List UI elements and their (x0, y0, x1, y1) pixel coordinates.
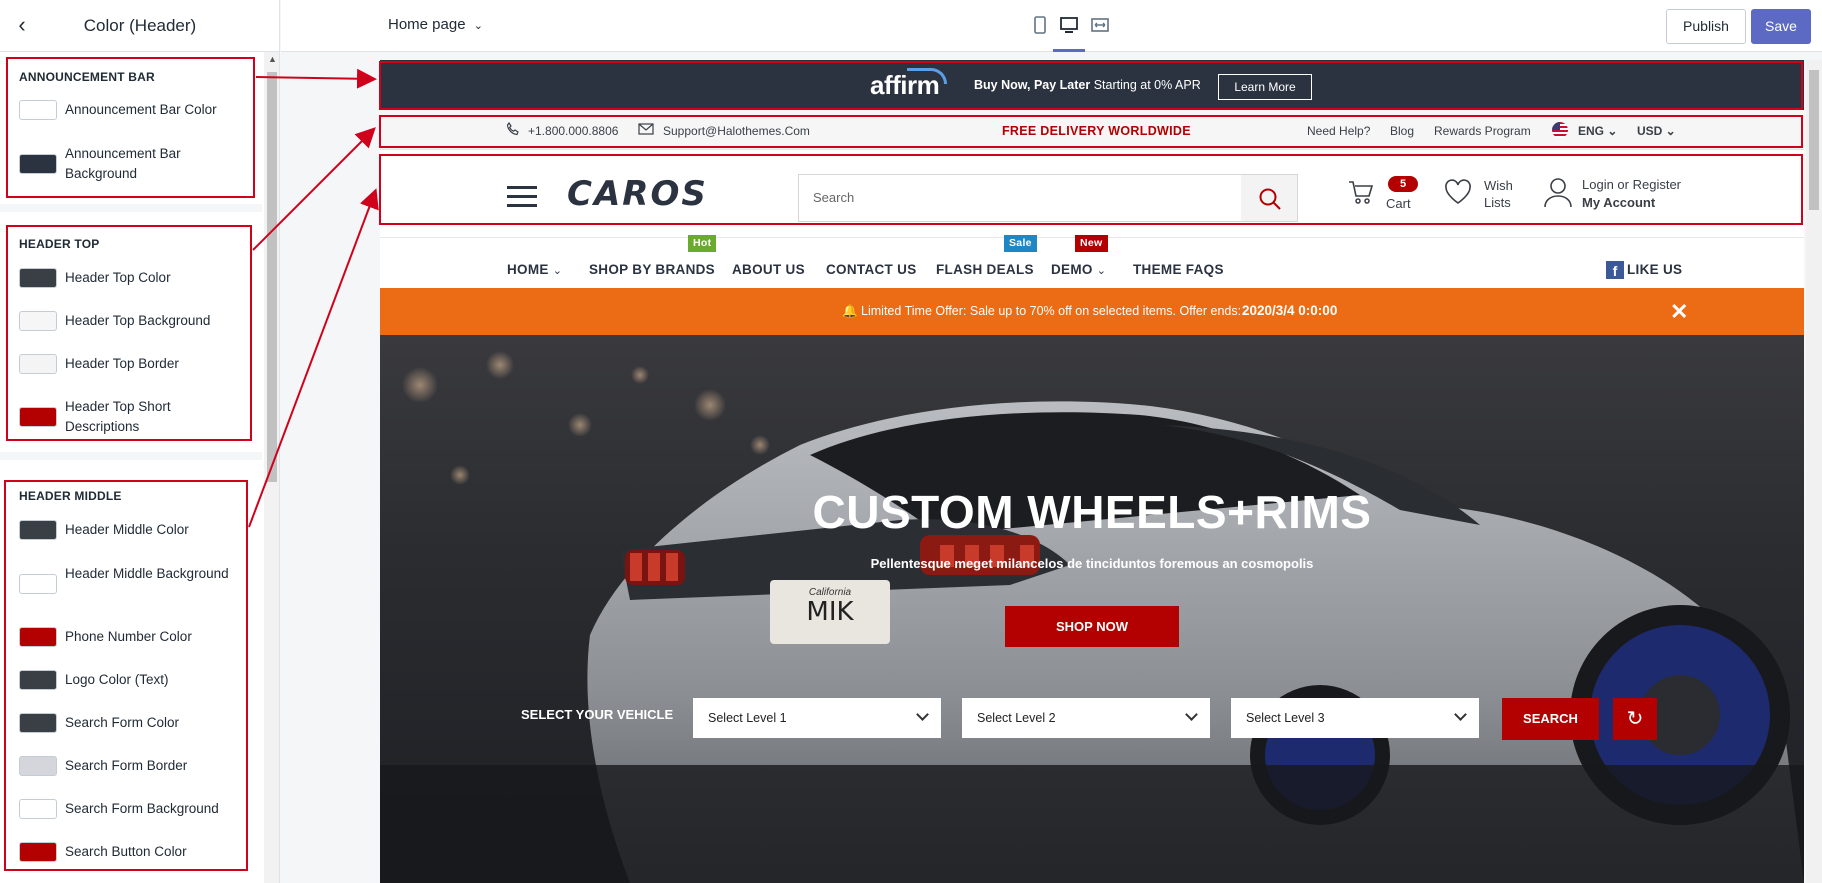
nav-item-shop-by-brands[interactable]: Hot SHOP BY BRANDS (589, 235, 717, 277)
nav-item-contact-us[interactable]: CONTACT US (826, 262, 917, 277)
shop-now-button[interactable]: SHOP NOW (1005, 606, 1179, 647)
chevron-down-icon: ⌄ (473, 20, 483, 32)
annotation-box-announcement-preview (379, 61, 1803, 110)
chevron-down-icon: ⌄ (1096, 265, 1107, 277)
scrollbar-thumb[interactable] (267, 72, 277, 482)
sidebar-title: Color (Header) (83, 16, 197, 35)
group-divider (0, 204, 262, 212)
nav-label: FLASH DEALS (936, 262, 1034, 277)
sidebar-header: ‹ Color (Header) (0, 0, 279, 52)
nav-item-demo[interactable]: New DEMO ⌄ (1051, 235, 1108, 277)
new-badge: New (1075, 235, 1108, 252)
page-selector-label: Home page (388, 16, 466, 33)
sale-badge: Sale (1004, 235, 1037, 252)
chevron-down-icon: ⌄ (552, 265, 563, 277)
nav-label: DEMO (1051, 262, 1093, 277)
like-us-link[interactable]: LIKE US (1627, 262, 1682, 277)
select-value: Select Level 2 (977, 711, 1056, 725)
select-level-1[interactable]: Select Level 1 (693, 698, 941, 738)
annotation-box-header-middle (4, 480, 248, 871)
editor-topbar: Home page ⌄ Publish Save (281, 0, 1822, 52)
license-plate-text: MIK (806, 597, 854, 627)
select-vehicle-label: SELECT YOUR VEHICLE (521, 707, 674, 722)
nav-item-about-us[interactable]: ABOUT US (732, 262, 805, 277)
select-value: Select Level 3 (1246, 711, 1325, 725)
save-button[interactable]: Save (1751, 9, 1811, 44)
limited-offer-bar: 🔔 Limited Time Offer: Sale up to 70% off… (380, 288, 1804, 335)
select-value: Select Level 1 (708, 711, 787, 725)
nav-item-theme-faqs[interactable]: THEME FAQS (1133, 262, 1224, 277)
page-selector[interactable]: Home page ⌄ (388, 16, 483, 33)
mobile-view-icon[interactable] (1029, 16, 1051, 38)
offer-text: 🔔 Limited Time Offer: Sale up to 70% off… (842, 304, 1242, 318)
nav-item-flash-deals[interactable]: Sale FLASH DEALS (936, 235, 1037, 277)
nav-label: SHOP BY BRANDS (589, 262, 715, 277)
offer-countdown: 2020/3/4 0:0:00 (1242, 303, 1338, 318)
chevron-down-icon (1454, 708, 1467, 721)
preview-scrollbar[interactable] (1806, 60, 1822, 883)
select-level-3[interactable]: Select Level 3 (1231, 698, 1479, 738)
select-level-2[interactable]: Select Level 2 (962, 698, 1210, 738)
annotation-box-header-top-preview (379, 115, 1803, 148)
nav-item-home[interactable]: HOME ⌄ (507, 262, 562, 277)
scroll-up-icon[interactable]: ▲ (268, 54, 277, 64)
fullwidth-view-icon[interactable] (1089, 16, 1111, 38)
hero-banner: California MIK CUSTOM WHEELS+RIMS Pellen… (380, 335, 1804, 883)
annotation-box-header-top (6, 225, 252, 441)
chevron-down-icon (916, 708, 929, 721)
desktop-view-icon[interactable] (1058, 16, 1080, 38)
sidebar-scrollbar[interactable]: ▲ (264, 52, 279, 883)
nav-label: HOME (507, 262, 549, 277)
group-divider (0, 452, 262, 460)
hot-badge: Hot (688, 235, 717, 252)
vehicle-search-button[interactable]: SEARCH (1502, 698, 1599, 740)
hero-subtitle: Pellentesque meget milancelos de tincidu… (870, 556, 1314, 571)
publish-button[interactable]: Publish (1666, 9, 1746, 44)
annotation-box-header-middle-preview (379, 154, 1803, 225)
facebook-icon[interactable]: f (1606, 261, 1624, 279)
refresh-icon[interactable]: ↻ (1613, 698, 1657, 740)
annotation-box-announcement (6, 57, 255, 198)
close-icon[interactable]: ✕ (1670, 299, 1688, 325)
active-device-indicator (1053, 49, 1085, 52)
hero-title: CUSTOM WHEELS+RIMS (812, 486, 1372, 538)
main-navigation: HOME ⌄ Hot SHOP BY BRANDS ABOUT US CONTA… (380, 235, 1804, 288)
scrollbar-thumb[interactable] (1809, 70, 1819, 210)
chevron-down-icon (1185, 708, 1198, 721)
